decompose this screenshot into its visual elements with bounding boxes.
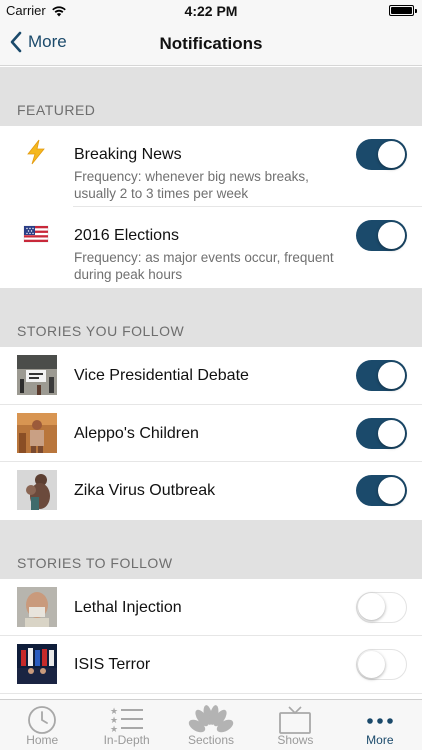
row-description: Frequency: as major events occur, freque… (74, 250, 334, 282)
navigation-bar: More Notifications (0, 22, 422, 66)
row-title: Breaking News (74, 146, 182, 163)
row-description: Frequency: whenever big news breaks, usu… (74, 169, 309, 201)
tab-label: Sections (188, 733, 235, 747)
tab-label: In-Depth (103, 733, 150, 747)
more-dots-icon (367, 718, 393, 724)
elections-toggle[interactable] (356, 220, 407, 251)
list-item: 2016 Elections Frequency: as major event… (0, 207, 422, 288)
list-item: Lethal Injection (0, 578, 422, 636)
lightning-icon (27, 139, 45, 165)
tab-shows[interactable]: Shows (253, 700, 337, 750)
row-title: Aleppo's Children (74, 424, 199, 442)
breaking-news-toggle[interactable] (356, 139, 407, 170)
tab-more[interactable]: More (338, 700, 422, 750)
isis-terror-thumbnail (17, 644, 57, 684)
peacock-icon (188, 705, 234, 733)
row-title: Zika Virus Outbreak (74, 482, 216, 499)
status-time: 4:22 PM (184, 3, 238, 19)
page-title: Notifications (159, 34, 263, 53)
list-item: Vice Presidential Debate (0, 347, 422, 405)
tab-label: Shows (277, 733, 314, 747)
row-title: 2016 Elections (74, 227, 179, 244)
us-flag-icon (23, 225, 49, 243)
list-item: Zika Virus Outbreak (0, 462, 422, 520)
aleppo-thumbnail (17, 412, 57, 453)
aleppo-toggle[interactable] (356, 417, 407, 449)
row-title: Lethal Injection (74, 598, 182, 616)
list-item: Aleppo's Children (0, 404, 422, 462)
tv-icon (279, 706, 312, 734)
tab-label: More (366, 733, 394, 747)
zika-thumbnail (17, 470, 57, 510)
tab-bar: Home ★ ★ ★ In-Depth Sections Shows More (0, 699, 422, 750)
section-header-following: STORIES YOU FOLLOW (0, 288, 422, 347)
debate-thumbnail (17, 355, 57, 395)
isis-terror-toggle[interactable] (356, 649, 407, 680)
tab-label: Home (26, 733, 59, 747)
tab-sections[interactable]: Sections (169, 700, 253, 750)
status-bar: Carrier 4:22 PM (0, 0, 422, 22)
star-list-icon: ★ ★ ★ (110, 707, 143, 735)
list-item: Breaking News Frequency: whenever big ne… (0, 126, 422, 207)
lethal-injection-toggle[interactable] (356, 591, 407, 623)
lethal-injection-thumbnail (17, 586, 57, 627)
zika-toggle[interactable] (356, 475, 407, 506)
section-header-to-follow: STORIES TO FOLLOW (0, 519, 422, 579)
tab-home[interactable]: Home (0, 700, 84, 750)
section-header-featured: FEATURED (0, 67, 422, 126)
row-title: Vice Presidential Debate (74, 367, 249, 384)
tab-in-depth[interactable]: ★ ★ ★ In-Depth (84, 700, 168, 750)
list-item: ISIS Terror (0, 636, 422, 694)
vp-debate-toggle[interactable] (356, 360, 407, 391)
clock-icon (28, 706, 57, 734)
notifications-list[interactable]: FEATURED Breaking News Frequency: whenev… (0, 67, 422, 699)
row-title: ISIS Terror (74, 656, 151, 673)
battery-icon (389, 5, 417, 16)
